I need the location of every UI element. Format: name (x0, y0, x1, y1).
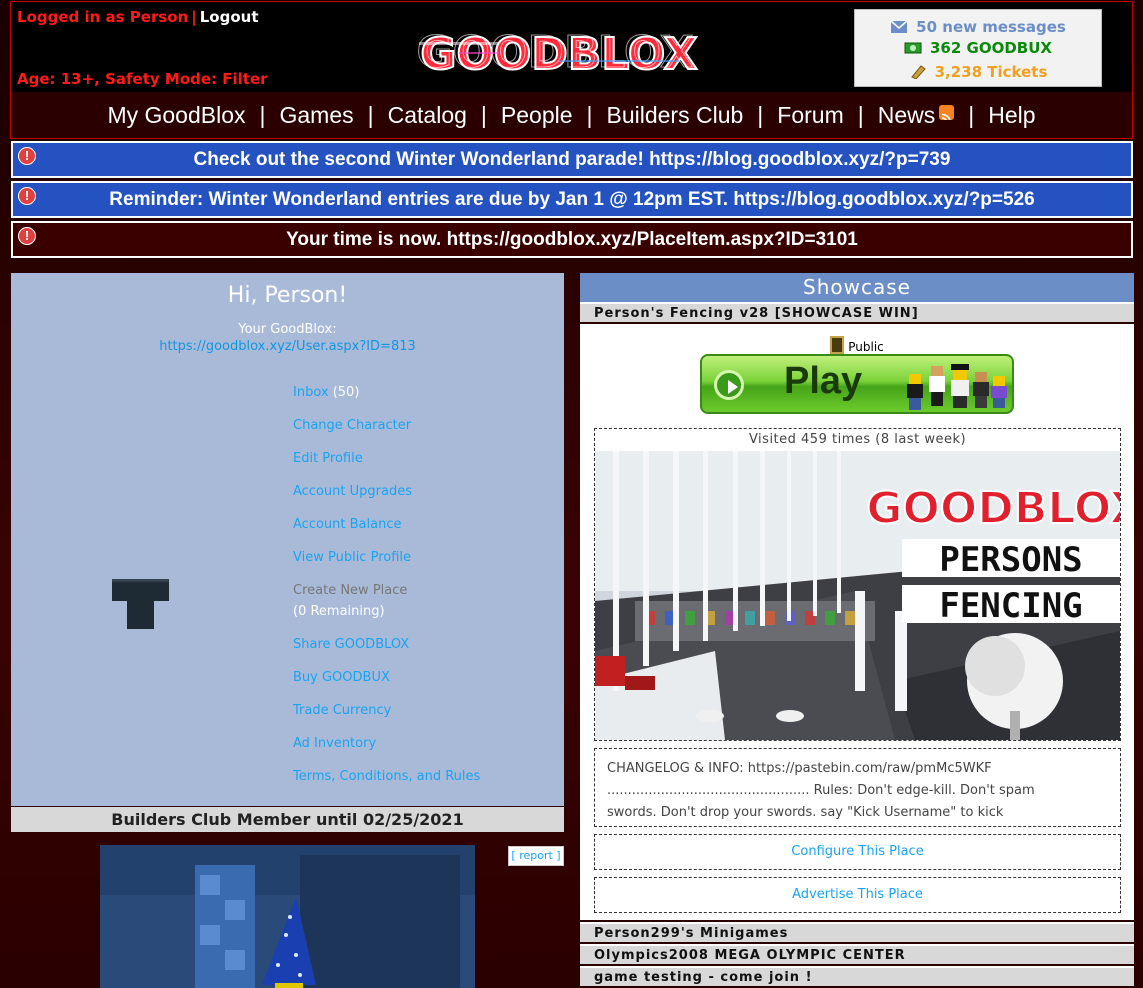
nav-news-label: News (877, 101, 936, 128)
nav-people[interactable]: People (501, 102, 573, 129)
inbox-label: Inbox (293, 385, 329, 400)
currency-panel: 50 new messages 362 GOODBUX 3,238 Ticket… (854, 9, 1102, 87)
nav-separator: | (367, 101, 374, 128)
thumbnail-line2: FENCING (939, 586, 1082, 626)
thumbnail-line1: PERSONS (939, 540, 1082, 580)
menu-share-goodblox[interactable]: Share GOODBLOX (293, 637, 409, 652)
main-navigation: My GoodBlox | Games | Catalog | People |… (11, 92, 1132, 138)
messages-count: 50 new messages (916, 18, 1066, 36)
messages-row[interactable]: 50 new messages (855, 18, 1101, 36)
changelog-line: CHANGELOG & INFO: https://pastebin.com/r… (607, 761, 992, 776)
alert-banner[interactable]: ! Your time is now. https://goodblox.xyz… (11, 221, 1133, 258)
ticket-icon (909, 65, 927, 80)
greeting-heading: Hi, Person! (227, 283, 348, 308)
play-label: Play (784, 360, 863, 402)
login-status: Logged in as Person | Logout (17, 8, 259, 26)
alert-icon: ! (18, 187, 36, 205)
ad-banner[interactable] (100, 845, 475, 988)
your-goodblox-label: Your GoodBlox: (238, 322, 337, 337)
menu-account-upgrades[interactable]: Account Upgrades (293, 484, 412, 499)
nav-separator: | (757, 101, 764, 128)
visited-box: Visited 459 times (8 last week) GOODBLOX… (594, 428, 1143, 741)
alert-text: Your time is now. https://goodblox.xyz/P… (286, 228, 858, 250)
alert-text: Check out the second Winter Wonderland p… (193, 148, 951, 170)
nav-news[interactable]: News (878, 102, 955, 129)
access-label: Public (848, 340, 884, 354)
place-bar[interactable]: Person's Fencing v28 [SHOWCASE WIN] (580, 302, 1134, 322)
nav-separator: | (586, 101, 593, 128)
rss-icon (939, 104, 955, 120)
menu-edit-profile[interactable]: Edit Profile (293, 451, 363, 466)
inbox-count: (50) (332, 385, 360, 400)
place-bar[interactable]: Olympics2008 MEGA OLYMPIC CENTER (580, 944, 1134, 964)
changelog-line: ........................................… (607, 783, 1035, 798)
login-separator: | (191, 8, 197, 26)
alert-icon: ! (18, 227, 36, 245)
site-header: Logged in as Person | Logout Age: 13+, Saf… (10, 1, 1133, 139)
nav-builders-club[interactable]: Builders Club (607, 102, 744, 129)
showcase-header: Showcase (580, 273, 1134, 302)
goodbux-count: 362 GOODBUX (930, 39, 1052, 57)
nav-separator: | (857, 101, 864, 128)
configure-place-link[interactable]: Configure This Place (594, 834, 1121, 870)
visit-count: Visited 459 times (8 last week) (748, 432, 967, 447)
menu-ad-inventory[interactable]: Ad Inventory (293, 736, 376, 751)
profile-url-link[interactable]: https://goodblox.xyz/User.aspx?ID=813 (11, 339, 564, 354)
profile-panel: Hi, Person! Your GoodBlox: https://goodb… (11, 273, 564, 806)
advertise-place-link[interactable]: Advertise This Place (594, 877, 1121, 913)
play-icon (714, 370, 744, 400)
goodblox-logo[interactable]: GOODBLOX GOODBLOX (399, 22, 711, 84)
menu-trade-currency[interactable]: Trade Currency (293, 703, 391, 718)
menu-create-new-place: Create New Place (293, 583, 408, 598)
age-safety-text: Age: 13+, Safety Mode: Filter (17, 70, 268, 88)
menu-change-character[interactable]: Change Character (293, 418, 411, 433)
character-figures-icon (907, 362, 1007, 410)
alert-icon: ! (18, 147, 36, 165)
nav-forum[interactable]: Forum (777, 102, 843, 129)
nav-separator: | (968, 101, 975, 128)
place-bar[interactable]: Person299's Minigames (580, 922, 1134, 942)
svg-text:GOODBLOX: GOODBLOX (416, 27, 693, 78)
showcase-place-details: Public Play Visited 459 times (8 last we… (580, 324, 1143, 920)
nav-separator: | (480, 101, 487, 128)
play-button[interactable]: Play (700, 354, 1014, 414)
nav-catalog[interactable]: Catalog (388, 102, 467, 129)
builders-club-status: Builders Club Member until 02/25/2021 (11, 807, 564, 832)
create-remaining-count: (0 Remaining) (293, 604, 385, 619)
nav-separator: | (259, 101, 266, 128)
menu-inbox[interactable]: Inbox (50) (293, 385, 359, 400)
tickets-count: 3,238 Tickets (934, 63, 1048, 81)
place-thumbnail[interactable]: GOODBLOX PERSONS FENCING (595, 451, 1143, 740)
place-access: Public (580, 336, 1134, 354)
nav-help[interactable]: Help (988, 102, 1035, 129)
place-bar[interactable]: game testing - come join ! (580, 966, 1134, 986)
money-icon (904, 41, 922, 55)
alert-banner[interactable]: ! Check out the second Winter Wonderland… (11, 141, 1133, 178)
nav-games[interactable]: Games (280, 102, 354, 129)
alert-banner[interactable]: ! Reminder: Winter Wonderland entries ar… (11, 181, 1133, 218)
menu-account-balance[interactable]: Account Balance (293, 517, 401, 532)
avatar[interactable] (112, 579, 169, 629)
door-icon (830, 336, 845, 354)
goodbux-row[interactable]: 362 GOODBUX (855, 39, 1101, 57)
alert-text: Reminder: Winter Wonderland entries are … (109, 188, 1035, 210)
place-description: CHANGELOG & INFO: https://pastebin.com/r… (594, 748, 1121, 827)
logout-link[interactable]: Logout (200, 8, 259, 26)
menu-buy-goodbux[interactable]: Buy GOODBUX (293, 670, 390, 685)
logged-in-text: Logged in as Person (17, 8, 189, 26)
envelope-icon (890, 20, 908, 34)
menu-view-public-profile[interactable]: View Public Profile (293, 550, 411, 565)
thumbnail-title: GOODBLOX (866, 483, 1120, 534)
nav-my-goodblox[interactable]: My GoodBlox (107, 102, 245, 129)
menu-terms[interactable]: Terms, Conditions, and Rules (293, 769, 480, 784)
changelog-line: swords. Don't drop your swords. say "Kic… (607, 805, 1004, 820)
report-ad-link[interactable]: [ report ] (508, 846, 564, 866)
tickets-row[interactable]: 3,238 Tickets (855, 63, 1101, 81)
